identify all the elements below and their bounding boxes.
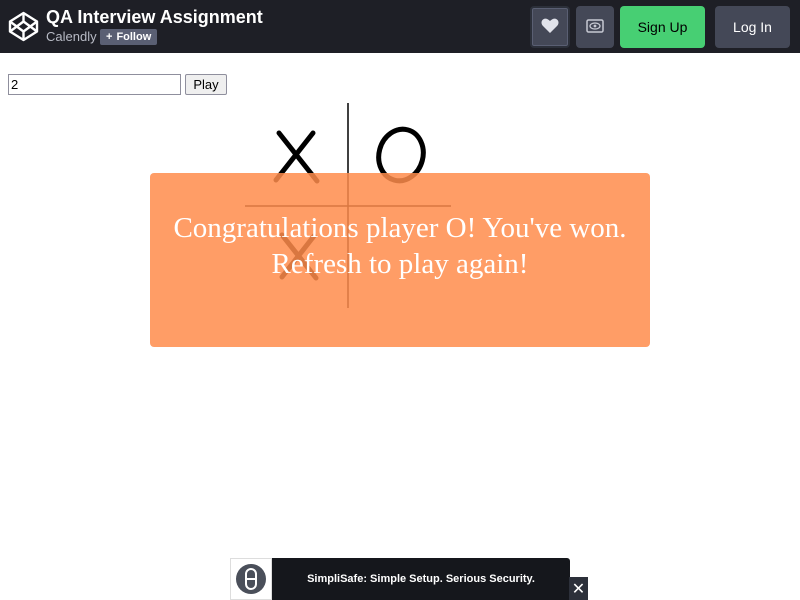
win-message-line-2: Refresh to play again! — [271, 248, 529, 280]
sign-up-button[interactable]: Sign Up — [620, 6, 705, 48]
simplisafe-logo-icon — [230, 558, 272, 600]
game-over-overlay: Congratulations player O! You've won. Re… — [150, 173, 650, 347]
plus-icon: + — [106, 31, 113, 43]
log-in-button[interactable]: Log In — [715, 6, 790, 48]
pen-title: QA Interview Assignment — [46, 7, 263, 27]
win-message: Congratulations player O! You've won. Re… — [150, 210, 650, 282]
ad-text[interactable]: SimpliSafe: Simple Setup. Serious Securi… — [272, 558, 570, 600]
follow-button[interactable]: + Follow — [100, 29, 158, 45]
codepen-logo-icon[interactable] — [8, 11, 39, 42]
play-button[interactable]: Play — [185, 74, 227, 95]
follow-label: Follow — [116, 31, 152, 43]
board-size-input[interactable] — [8, 74, 181, 95]
win-message-line-1: Congratulations player O! You've won. — [173, 212, 627, 244]
heart-icon — [541, 18, 559, 37]
header-bar: QA Interview Assignment Calendly + Follo… — [0, 0, 800, 53]
like-button[interactable] — [530, 6, 570, 48]
ad-banner[interactable]: SimpliSafe: Simple Setup. Serious Securi… — [230, 558, 570, 600]
eye-icon — [586, 18, 604, 36]
author-name[interactable]: Calendly — [46, 29, 97, 44]
change-view-button[interactable] — [576, 6, 614, 48]
ad-close-icon[interactable]: ✕ — [569, 577, 588, 600]
